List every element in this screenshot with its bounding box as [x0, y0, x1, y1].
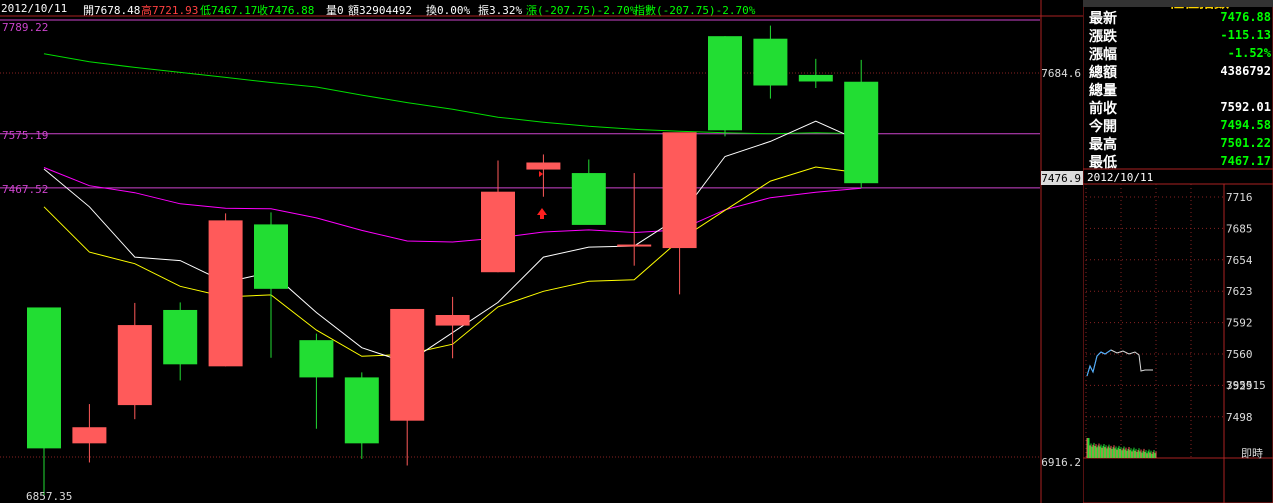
axis-label-right-last: 7476.9	[1041, 172, 1081, 185]
quote-panel: 櫃檯指數 最新7476.88漲跌-115.13漲幅-1.52%總額4386792…	[1083, 0, 1273, 503]
intraday-chart[interactable]: 77167685765476237592756075297498395515	[1083, 0, 1273, 503]
up-arrow-icon	[537, 208, 547, 219]
axis-label-left-top: 7789.22	[2, 21, 48, 34]
candle-body	[344, 377, 379, 444]
intraday-price-label: 7592	[1226, 317, 1253, 330]
intraday-volume-label: 395515	[1226, 379, 1266, 392]
axis-label-left-low: 7467.52	[2, 183, 48, 196]
candle-body	[299, 340, 334, 378]
candle-body	[27, 307, 61, 449]
candle-body	[798, 74, 833, 82]
candlestick-chart[interactable]: 7789.22 7575.19 7467.52 6857.35 7684.6 7476.9…	[0, 0, 1083, 503]
candle-body	[390, 308, 425, 421]
candle-body	[435, 314, 470, 326]
axis-label-right-min: 6916.2	[1041, 456, 1081, 469]
candle-body	[708, 36, 742, 131]
candle-body	[254, 224, 288, 289]
candle-body	[481, 191, 515, 273]
candle-body	[571, 173, 606, 225]
intraday-price-label: 7716	[1226, 191, 1253, 204]
intraday-price-label: 7685	[1226, 222, 1253, 235]
realtime-label[interactable]: 即時	[1241, 445, 1263, 461]
candle-body	[72, 427, 107, 444]
moving-average-line-1	[43, 167, 862, 243]
candle-body	[526, 162, 561, 170]
axis-label-left-min: 6857.35	[26, 490, 72, 503]
candle-body	[117, 325, 152, 406]
axis-label-left-mid: 7575.19	[2, 129, 48, 142]
candle-body	[208, 220, 243, 367]
axis-label-right-top: 7684.6	[1041, 67, 1081, 80]
candle-body	[662, 132, 697, 249]
intraday-price-label: 7623	[1226, 285, 1253, 298]
intraday-price-label: 7560	[1226, 348, 1253, 361]
candle-body	[163, 309, 198, 365]
candle-body	[844, 81, 879, 184]
candle-body	[617, 244, 652, 247]
intraday-price-line	[1086, 349, 1153, 377]
panel-border	[1083, 0, 1273, 503]
panel-title-bar	[1083, 0, 1273, 7]
marker-triangle-icon	[539, 171, 543, 177]
intraday-price-label: 7654	[1226, 254, 1253, 267]
intraday-price-label: 7498	[1226, 411, 1253, 424]
candle-body	[753, 38, 788, 86]
